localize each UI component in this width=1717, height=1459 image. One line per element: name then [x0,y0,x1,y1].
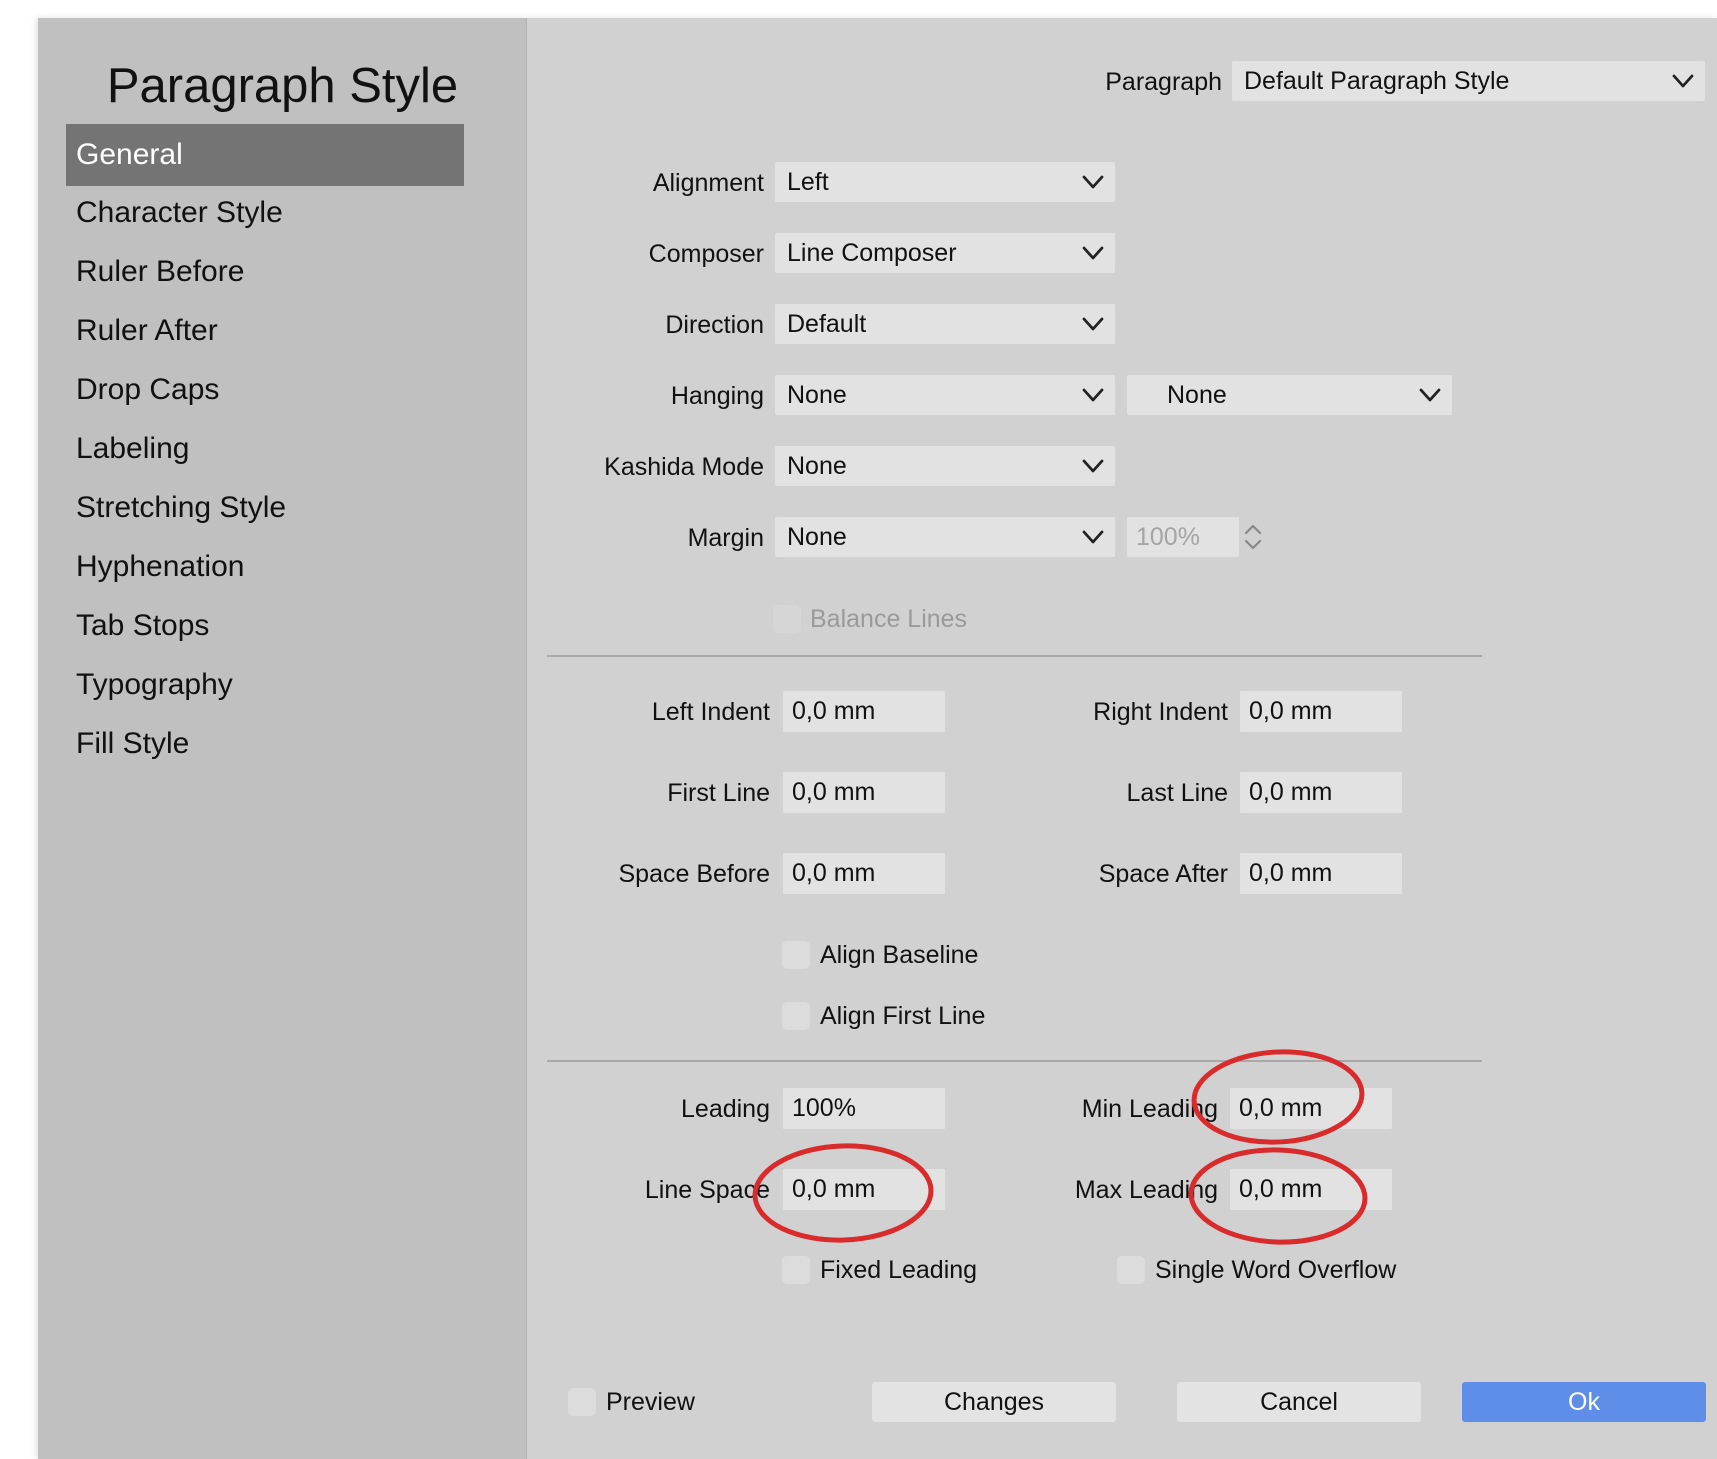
line-space-field[interactable]: 0,0 mm [783,1169,945,1210]
paragraph-label: Paragraph [1105,68,1222,96]
sidebar-item-drop-caps[interactable]: Drop Caps [66,359,464,421]
hanging-secondary-value: None [1167,381,1227,409]
sidebar-item-ruler-before[interactable]: Ruler Before [66,241,464,303]
min-leading-value: 0,0 mm [1239,1094,1323,1122]
align-first-line-checkbox[interactable] [782,1002,810,1030]
chevron-down-icon [1672,74,1694,88]
balance-lines-checkbox[interactable] [773,605,801,633]
left-indent-label: Left Indent [651,698,770,726]
sidebar-item-stretching-style[interactable]: Stretching Style [66,477,464,539]
space-after-value: 0,0 mm [1249,859,1333,887]
max-leading-field[interactable]: 0,0 mm [1230,1169,1392,1210]
alignment-value: Left [787,168,829,196]
first-line-field[interactable]: 0,0 mm [783,772,945,813]
kashida-mode-select[interactable]: None [775,446,1115,486]
balance-lines-label: Balance Lines [810,605,968,633]
chevron-down-icon [1082,175,1104,189]
last-line-value: 0,0 mm [1249,778,1333,806]
direction-value: Default [787,310,867,338]
sidebar-item-typography[interactable]: Typography [66,654,464,716]
space-after-label: Space After [1098,860,1228,888]
single-word-overflow-checkbox[interactable] [1117,1256,1145,1284]
chevron-down-icon [1419,388,1441,402]
max-leading-value: 0,0 mm [1239,1175,1323,1203]
line-space-value: 0,0 mm [792,1175,876,1203]
last-line-label: Last Line [1126,779,1228,807]
hanging-select[interactable]: None [775,375,1115,415]
sidebar-item-hyphenation[interactable]: Hyphenation [66,536,464,598]
composer-select[interactable]: Line Composer [775,233,1115,273]
sidebar-title: Paragraph Style [106,59,459,113]
margin-percent-field[interactable]: 100% [1127,517,1239,557]
composer-label: Composer [648,240,764,268]
hanging-label: Hanging [670,382,764,410]
align-baseline-label: Align Baseline [820,941,979,969]
changes-button[interactable]: Changes [872,1382,1116,1422]
alignment-label: Alignment [652,169,764,197]
first-line-label: First Line [667,779,770,807]
sidebar-item-labeling[interactable]: Labeling [66,418,464,480]
preview-checkbox[interactable] [568,1388,596,1416]
composer-value: Line Composer [787,239,957,267]
leading-value: 100% [792,1094,856,1122]
align-baseline-checkbox[interactable] [782,941,810,969]
section-divider [547,655,1482,657]
right-indent-field[interactable]: 0,0 mm [1240,691,1402,732]
sidebar-item-fill-style[interactable]: Fill Style [66,713,464,775]
margin-select[interactable]: None [775,517,1115,557]
kashida-mode-value: None [787,452,847,480]
alignment-select[interactable]: Left [775,162,1115,202]
right-indent-label: Right Indent [1093,698,1228,726]
ok-button[interactable]: Ok [1462,1382,1706,1422]
sidebar-item-ruler-after[interactable]: Ruler After [66,300,464,362]
space-before-label: Space Before [618,860,771,888]
space-after-field[interactable]: 0,0 mm [1240,853,1402,894]
preview-label: Preview [606,1388,695,1416]
space-before-field[interactable]: 0,0 mm [783,853,945,894]
hanging-secondary-select[interactable]: None [1127,375,1452,415]
max-leading-label: Max Leading [1074,1176,1218,1204]
leading-label: Leading [681,1095,770,1123]
section-divider [547,1060,1482,1062]
right-indent-value: 0,0 mm [1249,697,1333,725]
leading-field[interactable]: 100% [783,1088,945,1129]
align-first-line-label: Align First Line [820,1002,986,1030]
sidebar-item-general[interactable]: General [66,124,464,186]
stepper-arrows-icon[interactable] [1242,522,1264,552]
first-line-value: 0,0 mm [792,778,876,806]
chevron-down-icon [1082,530,1104,544]
margin-percent-value: 100% [1136,523,1200,551]
sidebar-item-character-style[interactable]: Character Style [66,182,464,244]
margin-value: None [787,523,847,551]
fixed-leading-checkbox[interactable] [782,1256,810,1284]
fixed-leading-label: Fixed Leading [820,1256,978,1284]
chevron-down-icon [1082,317,1104,331]
paragraph-style-value: Default Paragraph Style [1244,67,1510,95]
direction-label: Direction [665,311,764,339]
line-space-label: Line Space [644,1176,770,1204]
chevron-down-icon [1082,459,1104,473]
space-before-value: 0,0 mm [792,859,876,887]
cancel-button[interactable]: Cancel [1177,1382,1421,1422]
min-leading-label: Min Leading [1081,1095,1218,1123]
single-word-overflow-label: Single Word Overflow [1155,1256,1397,1284]
chevron-down-icon [1082,246,1104,260]
paragraph-style-select[interactable]: Default Paragraph Style [1232,61,1705,101]
min-leading-field[interactable]: 0,0 mm [1230,1088,1392,1129]
chevron-down-icon [1082,388,1104,402]
sidebar-item-tab-stops[interactable]: Tab Stops [66,595,464,657]
left-indent-value: 0,0 mm [792,697,876,725]
hanging-value: None [787,381,847,409]
kashida-mode-label: Kashida Mode [604,453,764,481]
margin-label: Margin [687,524,764,552]
left-indent-field[interactable]: 0,0 mm [783,691,945,732]
last-line-field[interactable]: 0,0 mm [1240,772,1402,813]
direction-select[interactable]: Default [775,304,1115,344]
